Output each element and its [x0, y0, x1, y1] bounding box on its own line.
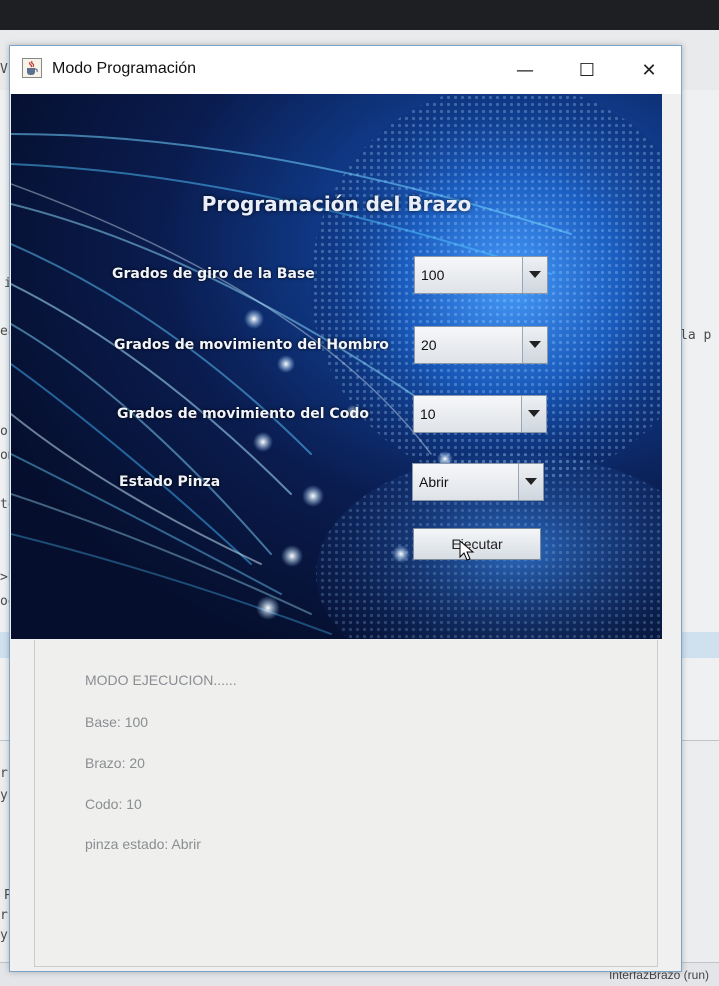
shoulder-movement-value: 20 [421, 337, 437, 353]
shoulder-movement-dropdown[interactable]: 20 [414, 326, 548, 364]
gripper-state-dropdown[interactable]: Abrir [412, 463, 544, 501]
elbow-movement-label: Grados de movimiento del Codo [117, 406, 369, 422]
output-line: MODO EJECUCION...... [85, 672, 237, 688]
execution-output-panel: MODO EJECUCION...... Base: 100 Brazo: 20… [34, 640, 658, 967]
triangle-down-icon[interactable] [522, 257, 547, 293]
gripper-state-value: Abrir [419, 474, 449, 490]
output-line: pinza estado: Abrir [85, 836, 201, 852]
elbow-movement-value: 10 [420, 406, 436, 422]
output-line: Codo: 10 [85, 796, 142, 812]
triangle-down-icon[interactable] [521, 396, 546, 432]
globe-fiber-background [11, 94, 662, 639]
arm-programming-panel: Programación del Brazo Grados de giro de… [11, 94, 662, 639]
output-line: Base: 100 [85, 714, 149, 730]
base-rotation-value: 100 [421, 267, 445, 283]
maximize-button[interactable]: ☐ [564, 56, 610, 84]
ide-code-fragment: la p [680, 328, 712, 343]
elbow-movement-dropdown[interactable]: 10 [413, 395, 547, 433]
triangle-down-icon[interactable] [518, 464, 543, 500]
form-heading: Programación del Brazo [201, 192, 472, 216]
gripper-state-label: Estado Pinza [119, 474, 221, 490]
base-rotation-dropdown[interactable]: 100 [414, 256, 548, 294]
base-rotation-label: Grados de giro de la Base [112, 266, 315, 282]
window-titlebar[interactable]: Modo Programación — ☐ ✕ [10, 46, 681, 94]
triangle-down-icon[interactable] [522, 327, 547, 363]
window-title: Modo Programación [52, 60, 197, 77]
ide-code-fragment: V [0, 62, 8, 77]
mouse-cursor-icon [459, 539, 475, 566]
execute-button[interactable]: Ejecutar [413, 528, 541, 560]
ide-top-bar [0, 0, 719, 30]
modo-programacion-window: Modo Programación — ☐ ✕ Programación del… [9, 45, 682, 972]
output-line: Brazo: 20 [85, 755, 145, 771]
java-cup-icon [22, 58, 42, 78]
minimize-button[interactable]: — [502, 56, 548, 84]
close-button[interactable]: ✕ [626, 56, 672, 84]
shoulder-movement-label: Grados de movimiento del Hombro [114, 337, 389, 353]
